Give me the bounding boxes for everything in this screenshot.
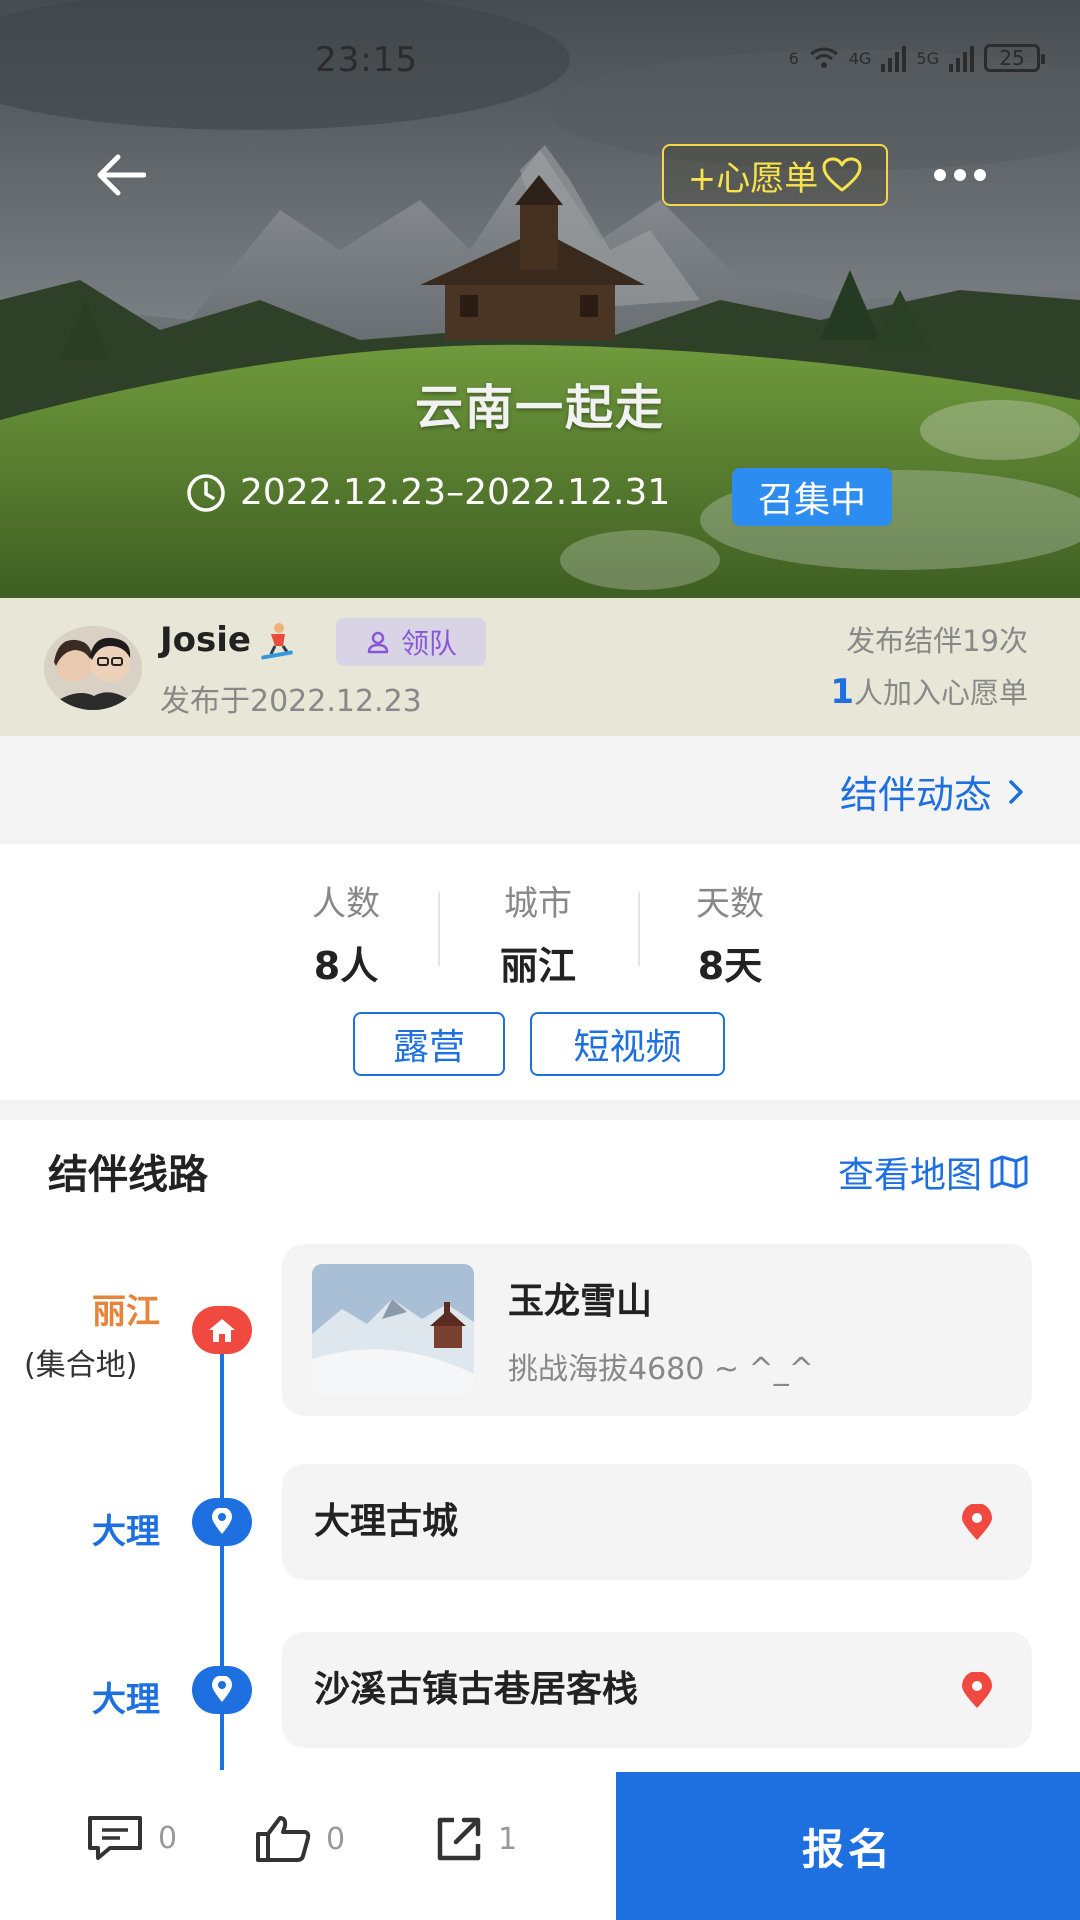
route-stop-card[interactable]: 玉龙雪山 挑战海拔4680 ~ ^_^ xyxy=(282,1244,1032,1416)
pin-icon[interactable] xyxy=(960,1504,994,1542)
person-icon xyxy=(367,631,389,654)
back-arrow-icon xyxy=(97,154,146,196)
stat-days: 天数 8天 xyxy=(660,876,800,990)
more-button[interactable] xyxy=(930,158,990,192)
wishlist-count-text: 人加入心愿单 xyxy=(853,676,1028,710)
comment-icon xyxy=(88,1816,142,1860)
timeline-node xyxy=(192,1306,252,1354)
avatar[interactable] xyxy=(44,626,142,710)
leader-label: 领队 xyxy=(400,627,457,660)
status-icons: 6 4G 5G 25 xyxy=(788,44,1045,72)
network-label-2: 4G xyxy=(848,48,872,68)
share-button[interactable]: 1 xyxy=(434,1814,517,1864)
dynamics-bar: 结伴动态 xyxy=(0,736,1080,844)
clock-icon xyxy=(187,473,225,512)
wishlist-label: +心愿单 xyxy=(687,158,819,199)
signup-button[interactable]: 报名 xyxy=(616,1772,1080,1920)
route-stop-card[interactable]: 大理古城 xyxy=(282,1464,1032,1580)
stat-label: 城市 xyxy=(504,884,572,924)
status-time: 23:15 xyxy=(315,40,418,80)
dynamics-link[interactable]: 结伴动态 xyxy=(840,764,1024,819)
snowboarder-emoji-icon xyxy=(261,623,293,660)
attraction-title: 玉龙雪山 xyxy=(508,1281,653,1322)
avatar-image xyxy=(44,626,142,710)
wishlist-count: 1人加入心愿单 xyxy=(830,670,1028,712)
attraction-thumbnail xyxy=(312,1264,474,1396)
divider xyxy=(638,892,640,966)
view-map-link[interactable]: 查看地图 xyxy=(838,1146,1028,1198)
more-icon xyxy=(974,169,986,181)
share-icon xyxy=(437,1817,481,1861)
route-stop-card[interactable]: 沙溪古镇古巷居客栈 xyxy=(282,1632,1032,1748)
like-count: 0 xyxy=(326,1821,346,1857)
author-section: Josie 领队 发布于2022.12.23 发布结伴19次 1人加入心愿单 xyxy=(0,598,1080,736)
location-icon xyxy=(212,1508,232,1534)
trip-info: 人数 8人 城市 丽江 天数 8天 露营 短视频 xyxy=(0,844,1080,1100)
home-icon xyxy=(209,1319,235,1342)
dynamics-label: 结伴动态 xyxy=(839,773,992,817)
stat-label: 天数 xyxy=(696,884,764,924)
stat-value: 丽江 xyxy=(499,944,576,988)
leader-badge: 领队 xyxy=(336,618,486,666)
battery-icon: 25 xyxy=(984,44,1045,72)
attraction-subtitle: 挑战海拔4680 ~ ^_^ xyxy=(508,1352,814,1387)
stop-city: 大理 xyxy=(92,1680,160,1720)
more-icon xyxy=(954,169,966,181)
route-title: 结伴线路 xyxy=(48,1152,208,1198)
post-count: 发布结伴19次 xyxy=(846,624,1028,658)
chevron-right-icon xyxy=(1009,779,1023,804)
network-label-1: 6 xyxy=(788,48,799,68)
stat-value: 8人 xyxy=(313,944,379,988)
divider xyxy=(438,892,440,966)
back-button[interactable] xyxy=(88,148,152,202)
publish-date: 发布于2022.12.23 xyxy=(160,684,422,719)
author-name[interactable]: Josie xyxy=(160,620,297,660)
stat-city: 城市 丽江 xyxy=(468,876,608,990)
network-label-3: 5G xyxy=(916,48,939,68)
thumbs-up-icon xyxy=(256,1816,311,1862)
pin-icon[interactable] xyxy=(960,1672,994,1710)
like-button[interactable]: 0 xyxy=(254,1814,345,1864)
attraction-title: 沙溪古镇古巷居客栈 xyxy=(314,1669,639,1710)
heart-icon xyxy=(822,157,862,192)
timeline-node xyxy=(192,1498,252,1546)
signal-icon xyxy=(881,44,907,72)
stat-label: 人数 xyxy=(312,884,380,924)
attraction-title: 大理古城 xyxy=(314,1501,459,1542)
location-icon xyxy=(212,1676,232,1702)
timeline-node xyxy=(192,1666,252,1714)
wishlist-button[interactable]: +心愿单 xyxy=(662,144,888,206)
bottom-action-bar: 0 0 1 报名 xyxy=(0,1772,1080,1920)
meeting-point-note: (集合地) xyxy=(24,1348,138,1383)
signal-icon xyxy=(949,44,974,72)
share-count: 1 xyxy=(498,1821,518,1857)
tag-camping[interactable]: 露营 xyxy=(353,1012,505,1076)
date-range-text: 2022.12.23–2022.12.31 xyxy=(240,472,671,513)
stat-value: 8天 xyxy=(697,944,763,988)
trip-title: 云南一起走 xyxy=(414,380,665,436)
comment-button[interactable]: 0 xyxy=(86,1814,177,1862)
snow-mountain-image xyxy=(312,1264,474,1396)
stat-people: 人数 8人 xyxy=(276,876,416,990)
comment-count: 0 xyxy=(158,1820,178,1856)
hero-banner: 23:15 6 4G 5G 25 +心愿单 云南一起走 2022.12.23–2… xyxy=(0,0,1080,598)
wishlist-count-number: 1 xyxy=(830,672,854,712)
more-icon xyxy=(934,169,946,181)
status-bar: 23:15 6 4G 5G 25 xyxy=(0,0,1080,120)
wifi-icon xyxy=(809,47,838,68)
status-badge: 召集中 xyxy=(732,468,892,526)
stop-city: 大理 xyxy=(92,1512,160,1552)
trip-date-range: 2022.12.23–2022.12.31 xyxy=(186,472,670,513)
stop-city: 丽江 xyxy=(92,1292,160,1332)
view-map-label: 查看地图 xyxy=(837,1155,982,1196)
tag-short-video[interactable]: 短视频 xyxy=(530,1012,725,1076)
map-icon xyxy=(990,1155,1028,1189)
author-name-text: Josie xyxy=(160,620,251,660)
